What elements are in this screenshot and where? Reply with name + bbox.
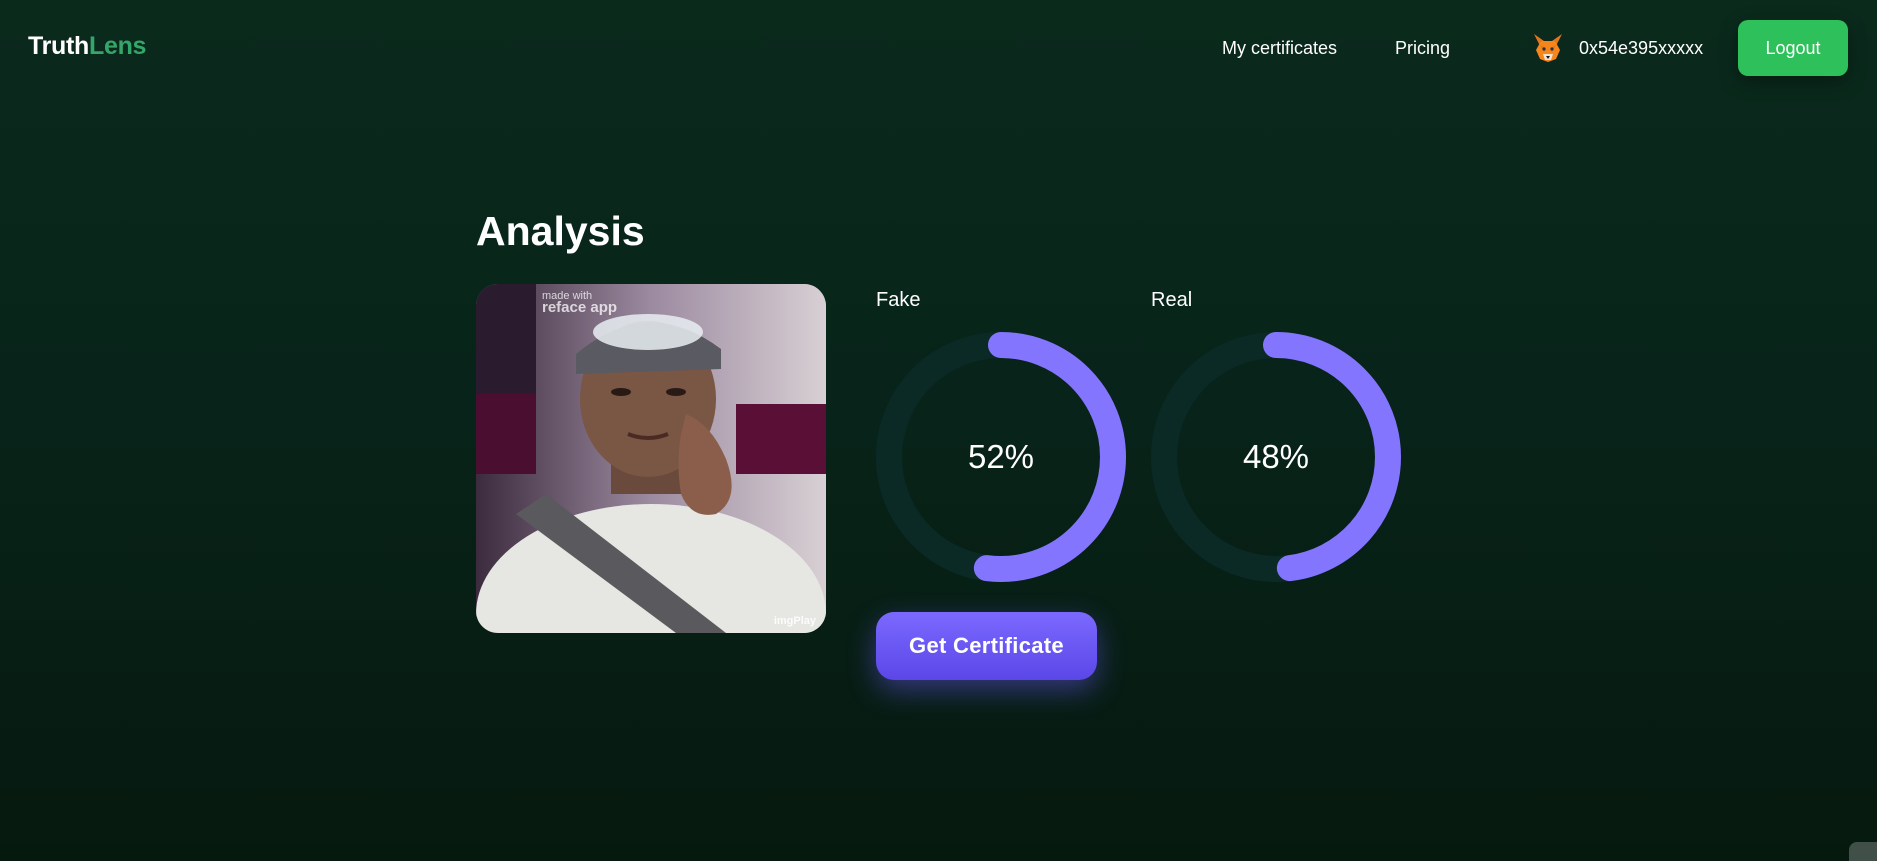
fake-gauge-ring: 52% xyxy=(876,332,1126,582)
logout-button[interactable]: Logout xyxy=(1738,20,1848,76)
metamask-fox-icon xyxy=(1534,34,1562,62)
navbar: TruthLens My certificates Pricing 0x54e3… xyxy=(0,0,1877,96)
corner-widget-handle[interactable] xyxy=(1849,842,1877,861)
app-logo[interactable]: TruthLens xyxy=(28,32,146,61)
real-score-gauge: Real 48% xyxy=(1151,288,1401,582)
fake-label: Fake xyxy=(876,289,921,311)
page-title: Analysis xyxy=(476,208,645,254)
person-photo xyxy=(476,284,826,633)
wallet-info[interactable]: 0x54e395xxxxx xyxy=(1531,30,1703,66)
logo-text-truth: Truth xyxy=(28,32,89,60)
watermark-bottom: imgPlay xyxy=(773,615,816,627)
fake-score-gauge: Fake 52% xyxy=(876,288,1126,582)
watermark-top-line2: reface app xyxy=(542,299,618,316)
watermark-top: made with reface app xyxy=(542,290,618,316)
nav-link-pricing[interactable]: Pricing xyxy=(1395,38,1450,59)
analyzed-media-preview: made with reface app imgPlay xyxy=(476,284,826,633)
real-gauge-ring: 48% xyxy=(1151,332,1401,582)
logo-text-lens: Lens xyxy=(89,32,147,60)
nav-link-my-certificates[interactable]: My certificates xyxy=(1222,38,1337,59)
fake-percent: 52% xyxy=(967,438,1035,475)
real-label: Real xyxy=(1151,289,1193,311)
wallet-address: 0x54e395xxxxx xyxy=(1579,37,1704,58)
get-certificate-button[interactable]: Get Certificate xyxy=(876,612,1097,680)
real-percent: 48% xyxy=(1242,438,1310,475)
